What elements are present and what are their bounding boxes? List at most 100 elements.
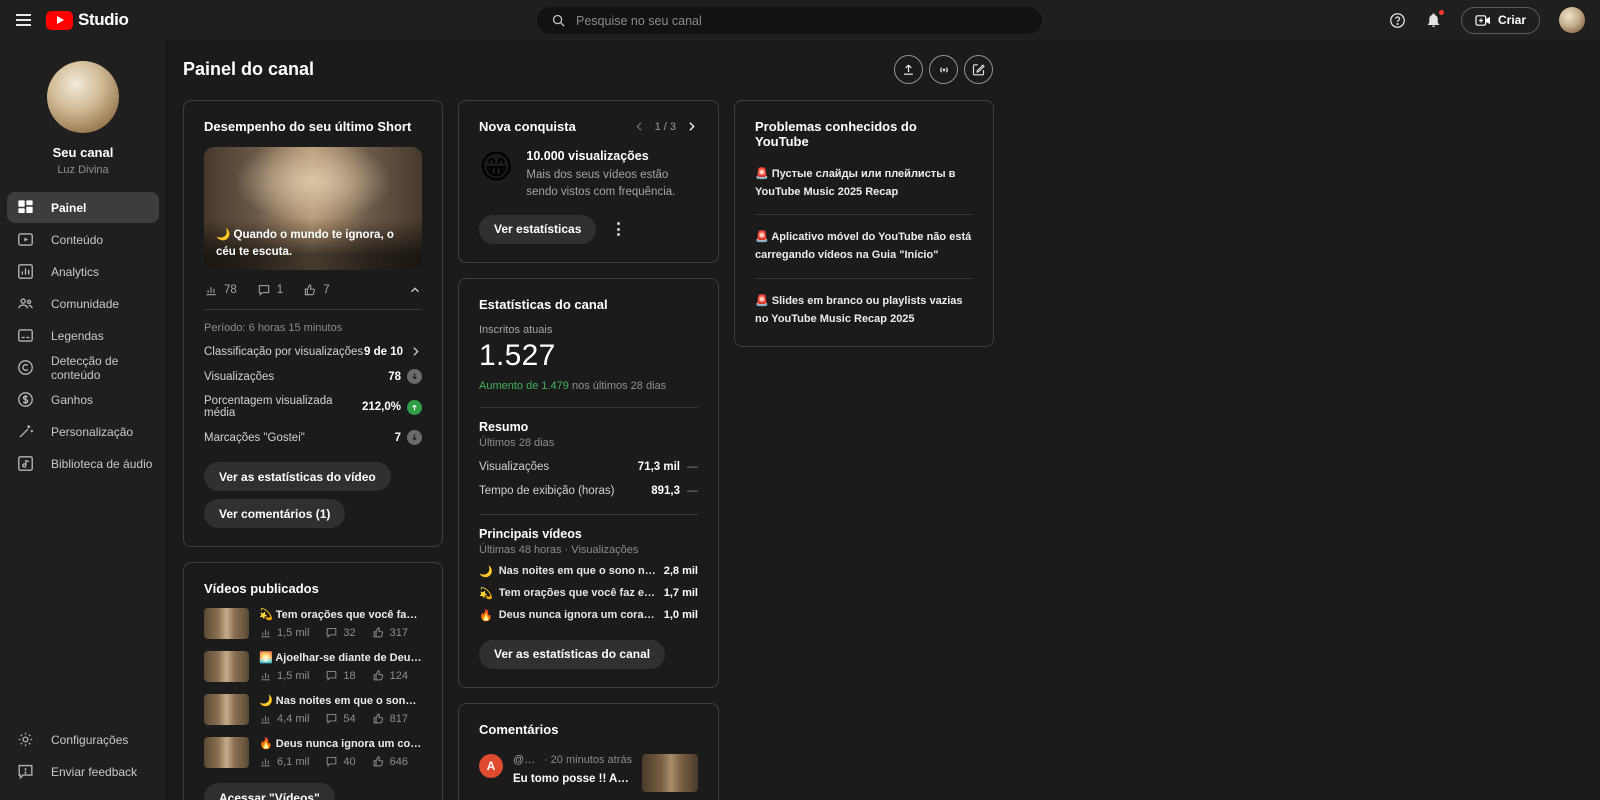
issue-item[interactable]: 🚨 Aplicativo móvel do YouTube não está c… [755,215,973,279]
short-likes: 7 [323,284,330,296]
search-bar[interactable] [537,7,1042,34]
comments-icon [327,713,337,725]
sidebar-item-legendas[interactable]: Legendas [7,320,159,351]
sidebar-item-label: Personalização [51,424,134,439]
channel-analytics-button[interactable]: Ver as estatísticas do canal [479,639,666,669]
search-input[interactable] [576,13,1028,28]
short-thumbnail[interactable]: 🌙 Quando o mundo te ignora, o céu te esc… [204,147,422,270]
likes-icon [373,713,383,724]
video-title[interactable]: 💫 Tem orações que você faz em silêncio e… [259,608,422,621]
header-actions: Criar [1389,6,1600,34]
channel-name: Seu canal [52,145,114,160]
video-emoji: 🌅 [259,652,273,664]
sidebar-item-conteudo[interactable]: Conteúdo [7,224,159,255]
issue-item[interactable]: 🚨 Пустые слайды или плейлисты в YouTube … [755,149,973,216]
top-video-row: 🌙 Nas noites em que o sono não vem, Deus… [479,565,698,578]
see-stats-button[interactable]: Ver estatísticas [479,214,597,244]
page-actions [894,55,993,84]
chevron-right-icon[interactable] [685,120,698,133]
commenter-avatar[interactable]: A [479,753,503,778]
edit-button[interactable] [964,55,993,84]
video-analytics-button[interactable]: Ver as estatísticas do vídeo [204,462,391,491]
create-label: Criar [1497,13,1526,27]
likes-icon [305,284,316,296]
sidebar-item-ganhos[interactable]: Ganhos [7,384,159,415]
achievement-headline: 10.000 visualizações [526,149,649,163]
video-title[interactable]: 🌅 Ajoelhar-se diante de Deus é se levant… [259,651,422,664]
video-stats: 6,1 mil 40 646 [259,755,422,768]
page-title: Painel do canal [183,59,315,79]
video-title[interactable]: 🔥 Deus nunca ignora um coração que ora c… [259,737,422,750]
likes-icon [373,756,383,767]
chevron-left-icon[interactable] [633,120,646,133]
sidebar-item-feedback[interactable]: Enviar feedback [7,756,159,787]
card-title: Vídeos publicados [204,581,319,596]
video-emoji: 🔥 [259,738,273,750]
issue-item[interactable]: 🚨 Slides em branco ou playlists vazias n… [755,279,973,332]
stat-value: 78 [388,370,401,383]
dashboard-icon [18,200,33,214]
comment-time: · 20 minutos atrás [543,753,632,766]
card-title: Nova conquista [479,119,576,134]
video-title[interactable]: Deus nunca ignora um coração que ora com… [499,609,658,621]
sidebar-item-biblioteca[interactable]: Biblioteca de áudio [7,448,159,479]
sidebar-item-label: Legendas [51,328,104,343]
video-title[interactable]: 🌙 Nas noites em que o sono não vem, Deus… [259,694,422,707]
stat-row-avg-percentage: Porcentagem visualizada média 212,0% [204,395,422,419]
video-thumbnail[interactable] [204,608,249,639]
sidebar-item-personalizacao[interactable]: Personalização [7,416,159,447]
alert-siren-icon: 🚨 [755,231,769,244]
subscribers-label: Inscritos atuais [479,323,553,336]
sidebar-footer: Configurações Enviar feedback [0,723,166,800]
kebab-menu-icon[interactable] [613,218,624,240]
collapse-chevron-icon[interactable] [408,283,422,297]
video-title[interactable]: Tem orações que você faz em silêncio e D… [499,587,658,599]
short-views: 78 [224,284,237,296]
known-issues-card: Problemas conhecidos do YouTube 🚨 Пустые… [734,100,994,347]
top-videos-subtitle: Últimas 48 horas · Visualizações [479,543,639,556]
likes-icon [373,670,383,681]
views-chart-icon [206,287,216,296]
settings-gear-icon [18,732,33,747]
sidebar-item-label: Comunidade [51,296,120,311]
short-comments: 1 [276,284,284,296]
sidebar-item-painel[interactable]: Painel [7,192,159,223]
views-chart-icon [261,672,270,681]
stat-row-views: Visualizações 78 [204,369,422,384]
sidebar-item-configuracoes[interactable]: Configurações [7,724,159,755]
sidebar-item-comunidade[interactable]: Comunidade [7,288,159,319]
achievement-description: Mais dos seus vídeos estão sendo vistos … [526,169,676,199]
stat-row-rank[interactable]: Classificação por visualizações 9 de 10 [204,345,422,358]
channel-avatar[interactable] [47,61,119,133]
video-thumbnail[interactable] [204,694,249,725]
copyright-icon [18,360,33,375]
menu-icon[interactable] [0,0,46,40]
upload-icon [904,64,913,75]
comment-video-thumbnail[interactable] [642,753,698,792]
sidebar-item-analytics[interactable]: Analytics [7,256,159,287]
go-live-button[interactable] [929,55,958,84]
video-title[interactable]: Nas noites em que o sono não vem, Deus e… [499,565,658,577]
see-comments-button[interactable]: Ver comentários (1) [204,499,346,528]
youtube-studio-logo[interactable]: Studio [46,10,129,30]
short-period: Período: 6 horas 15 minutos [204,322,343,334]
subtitles-icon [18,329,33,342]
sidebar-item-label: Biblioteca de áudio [51,456,153,471]
notifications-bell-icon[interactable] [1425,8,1446,29]
create-button[interactable]: Criar [1460,6,1540,34]
sidebar-item-label: Analytics [51,264,100,279]
help-icon[interactable] [1389,12,1406,29]
flat-trend-icon: — [687,460,698,473]
comment-text[interactable]: Eu tomo posse !! Amém [513,773,632,785]
comment-username[interactable]: @AlexGolin-e8j4n [513,754,539,766]
card-title: Comentários [479,721,559,737]
sidebar-item-deteccao[interactable]: Detecção de conteúdo [7,352,159,383]
video-thumbnail[interactable] [204,651,249,682]
go-to-videos-button[interactable]: Acessar "Vídeos" [204,783,335,800]
video-thumbnail[interactable] [204,737,249,768]
upload-video-button[interactable] [894,55,923,84]
account-avatar[interactable] [1559,7,1585,33]
stat-label: Classificação por visualizações [204,345,364,358]
customization-icon [19,425,34,438]
video-stats: 4,4 mil 54 817 [259,712,422,725]
